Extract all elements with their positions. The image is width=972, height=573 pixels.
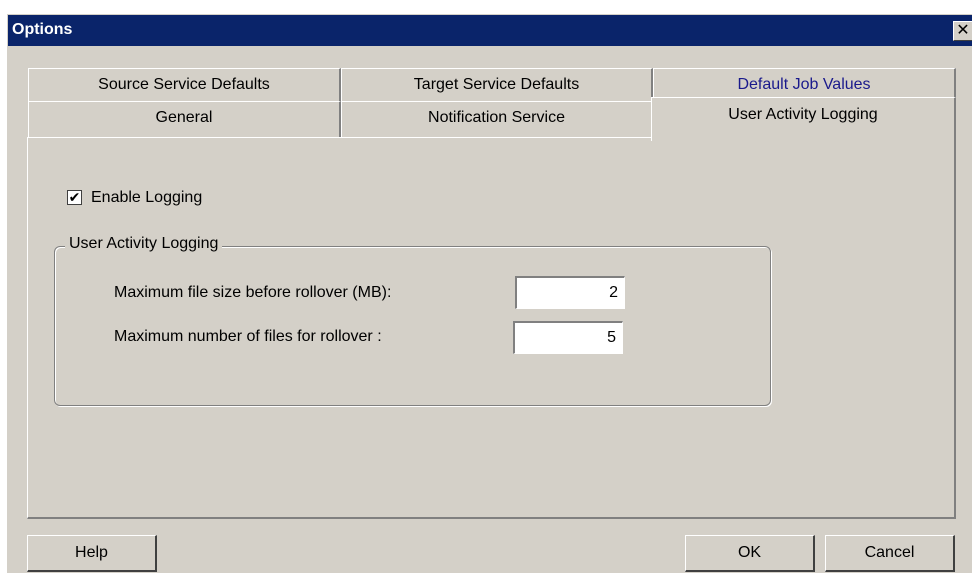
tab-label: Source Service Defaults — [98, 76, 270, 93]
max-files-input[interactable] — [513, 321, 623, 354]
tab-label: Default Job Values — [737, 76, 871, 93]
ok-button-label: OK — [737, 544, 762, 561]
cancel-button-label: Cancel — [864, 544, 915, 561]
enable-logging-checkbox[interactable]: ✔ — [67, 190, 82, 205]
checkmark-icon: ✔ — [68, 189, 81, 205]
group-title: User Activity Logging — [65, 235, 223, 253]
max-file-size-label: Maximum file size before rollover (MB): — [114, 284, 392, 301]
tab-label: Target Service Defaults — [413, 76, 580, 93]
help-button-label: Help — [75, 544, 108, 561]
tab-target-service-defaults[interactable]: Target Service Defaults — [341, 68, 653, 101]
enable-logging-label: Enable Logging — [91, 189, 203, 206]
title-bar: Options ✕ — [8, 15, 972, 46]
window-title: Options — [12, 21, 73, 38]
max-file-size-input[interactable] — [515, 276, 625, 309]
max-files-label: Maximum number of files for rollover : — [114, 328, 382, 345]
close-button[interactable]: ✕ — [953, 21, 972, 41]
help-button[interactable]: Help — [27, 535, 157, 572]
close-icon: ✕ — [956, 22, 970, 39]
ok-button[interactable]: OK — [685, 535, 815, 572]
tab-source-service-defaults[interactable]: Source Service Defaults — [28, 68, 341, 101]
tab-panel-user-activity-logging: ✔ Enable Logging User Activity Logging M… — [27, 137, 956, 519]
tab-user-activity-logging[interactable]: User Activity Logging — [651, 97, 956, 141]
user-activity-logging-group: User Activity Logging Maximum file size … — [54, 235, 771, 406]
tab-notification-service[interactable]: Notification Service — [341, 101, 653, 137]
options-dialog: Options ✕ Source Service Defaults Target… — [7, 14, 972, 573]
tab-label: Notification Service — [428, 109, 565, 126]
tab-label: User Activity Logging — [728, 106, 878, 123]
tab-general[interactable]: General — [28, 101, 341, 137]
tab-label: General — [155, 109, 213, 126]
cancel-button[interactable]: Cancel — [825, 535, 955, 572]
